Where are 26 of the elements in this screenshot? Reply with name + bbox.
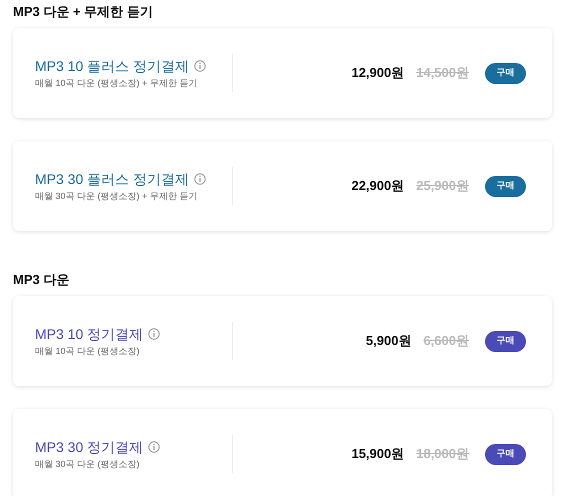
plan-name: MP3 10 플러스 정기결제 [35,56,190,74]
plan-name: MP3 10 정기결제 [35,324,144,342]
plan-description: 매월 10곡 다운 (평생소장) + 무제한 듣기 [35,76,198,90]
info-icon[interactable] [148,328,160,340]
buy-button[interactable]: 구매 [485,330,526,352]
price: 15,900원 [351,445,404,464]
section-title: MP3 다운 [13,271,70,289]
price: 12,900원 [351,64,404,82]
original-price: 18,000원 [416,445,469,464]
plan-name: MP3 30 정기결제 [35,438,144,456]
info-icon[interactable] [194,60,206,72]
original-price: 14,500원 [416,64,469,82]
price: 22,900원 [351,177,404,196]
section-title: MP3 다운 + 무제한 듣기 [13,3,154,21]
buy-button[interactable]: 구매 [485,444,526,464]
price: 5,900원 [366,332,412,350]
plan-description: 매월 30곡 다운 (평생소장) [35,458,141,470]
plan-description: 매월 30곡 다운 (평생소장) + 무제한 듣기 [35,190,198,202]
plan-description: 매월 10곡 다운 (평생소장) [35,344,141,358]
info-icon[interactable] [194,172,206,184]
buy-button[interactable]: 구매 [485,176,526,196]
original-price: 25,900원 [416,177,469,196]
info-icon[interactable] [148,440,160,452]
original-price: 6,600원 [423,332,469,350]
buy-button[interactable]: 구매 [485,62,526,84]
plan-name: MP3 30 플러스 정기결제 [35,170,190,188]
